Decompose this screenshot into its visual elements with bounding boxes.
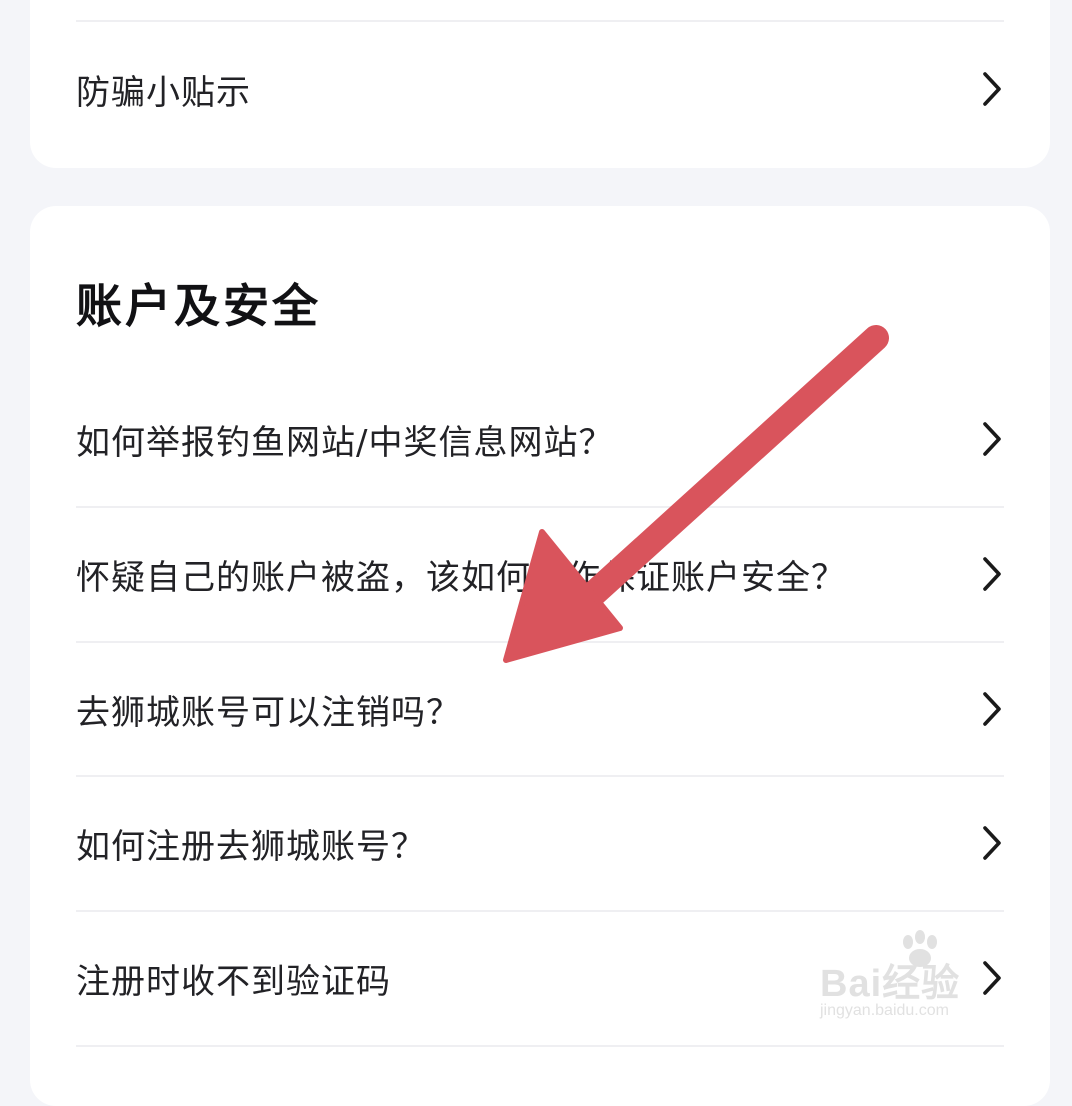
faq-item-label: 如何举报钓鱼网站/中奖信息网站？ — [76, 422, 614, 463]
row-label: 防骗小贴示 — [76, 72, 251, 113]
faq-item-report-phishing[interactable]: 如何举报钓鱼网站/中奖信息网站？ — [30, 372, 1050, 506]
section-title: 账户及安全 — [76, 279, 321, 333]
faq-item-label: 注册时收不到验证码 — [76, 961, 391, 1002]
row-anti-fraud-tips[interactable]: 防骗小贴示 — [30, 22, 1050, 156]
chevron-right-icon — [978, 69, 1006, 109]
chevron-right-icon — [978, 419, 1006, 459]
faq-item-register-account[interactable]: 如何注册去狮城账号？ — [30, 776, 1050, 910]
row-divider — [76, 1045, 1004, 1047]
faq-item-no-verification-code[interactable]: 注册时收不到验证码 — [30, 911, 1050, 1045]
chevron-right-icon — [978, 958, 1006, 998]
faq-item-cancel-account[interactable]: 去狮城账号可以注销吗？ — [30, 642, 1050, 776]
faq-item-label: 怀疑自己的账户被盗，该如何操作保证账户安全？ — [76, 557, 846, 598]
faq-item-account-stolen[interactable]: 怀疑自己的账户被盗，该如何操作保证账户安全？ — [30, 507, 1050, 641]
faq-item-label: 去狮城账号可以注销吗？ — [76, 692, 461, 733]
chevron-right-icon — [978, 689, 1006, 729]
faq-item-label: 如何注册去狮城账号？ — [76, 826, 426, 867]
tips-card: 防骗小贴示 — [30, 0, 1050, 168]
chevron-right-icon — [978, 554, 1006, 594]
account-security-card: 账户及安全 如何举报钓鱼网站/中奖信息网站？ 怀疑自己的账户被盗，该如何操作保证… — [30, 206, 1050, 1106]
chevron-right-icon — [978, 823, 1006, 863]
